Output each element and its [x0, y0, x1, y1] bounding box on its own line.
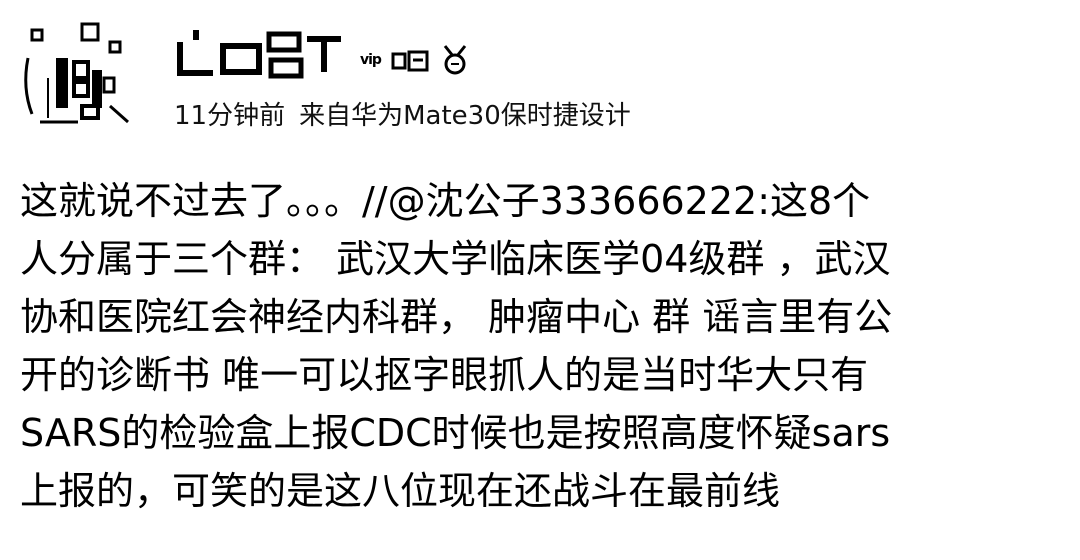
- post-content: 这就说不过去了。。。//@沈公子333666222:这8个 人分属于三个群： 武…: [20, 172, 1065, 520]
- post-timestamp: 11分钟前: [174, 101, 286, 131]
- avatar[interactable]: [18, 18, 136, 136]
- redacted-username-icon: [177, 30, 341, 79]
- username[interactable]: [175, 26, 345, 82]
- post-text-line: 这就说不过去了。。。//@沈公子333666222:这8个: [20, 179, 871, 223]
- vip-badge[interactable]: vip: [360, 44, 469, 76]
- post-text-line: 人分属于三个群： 武汉大学临床医学04级群 ，武汉: [20, 237, 891, 281]
- post-source[interactable]: 来自华为Mate30保时捷设计: [299, 101, 631, 131]
- post-text-line: SARS的检验盒上报CDC时候也是按照高度怀疑sars: [20, 411, 891, 455]
- medal-icon: [443, 45, 467, 75]
- post-meta: 11分钟前 来自华为Mate30保时捷设计: [174, 96, 631, 136]
- post-text-line: 协和医院红会神经内科群， 肿瘤中心 群 谣言里有公: [20, 295, 893, 339]
- vip-badge-label: vip: [360, 52, 382, 68]
- post-text-line: 开的诊断书 唯一可以抠字眼抓人的是当时华大只有: [20, 353, 869, 397]
- post-text-line: 上报的，可笑的是这八位现在还战斗在最前线: [20, 469, 781, 513]
- vip-badge-icon: [391, 50, 429, 72]
- avatar-icon: [24, 22, 129, 124]
- weibo-post: vip 11分钟前 来自华为Mate30保时捷设计 这就说不过去了。。。//@沈公…: [0, 0, 1080, 560]
